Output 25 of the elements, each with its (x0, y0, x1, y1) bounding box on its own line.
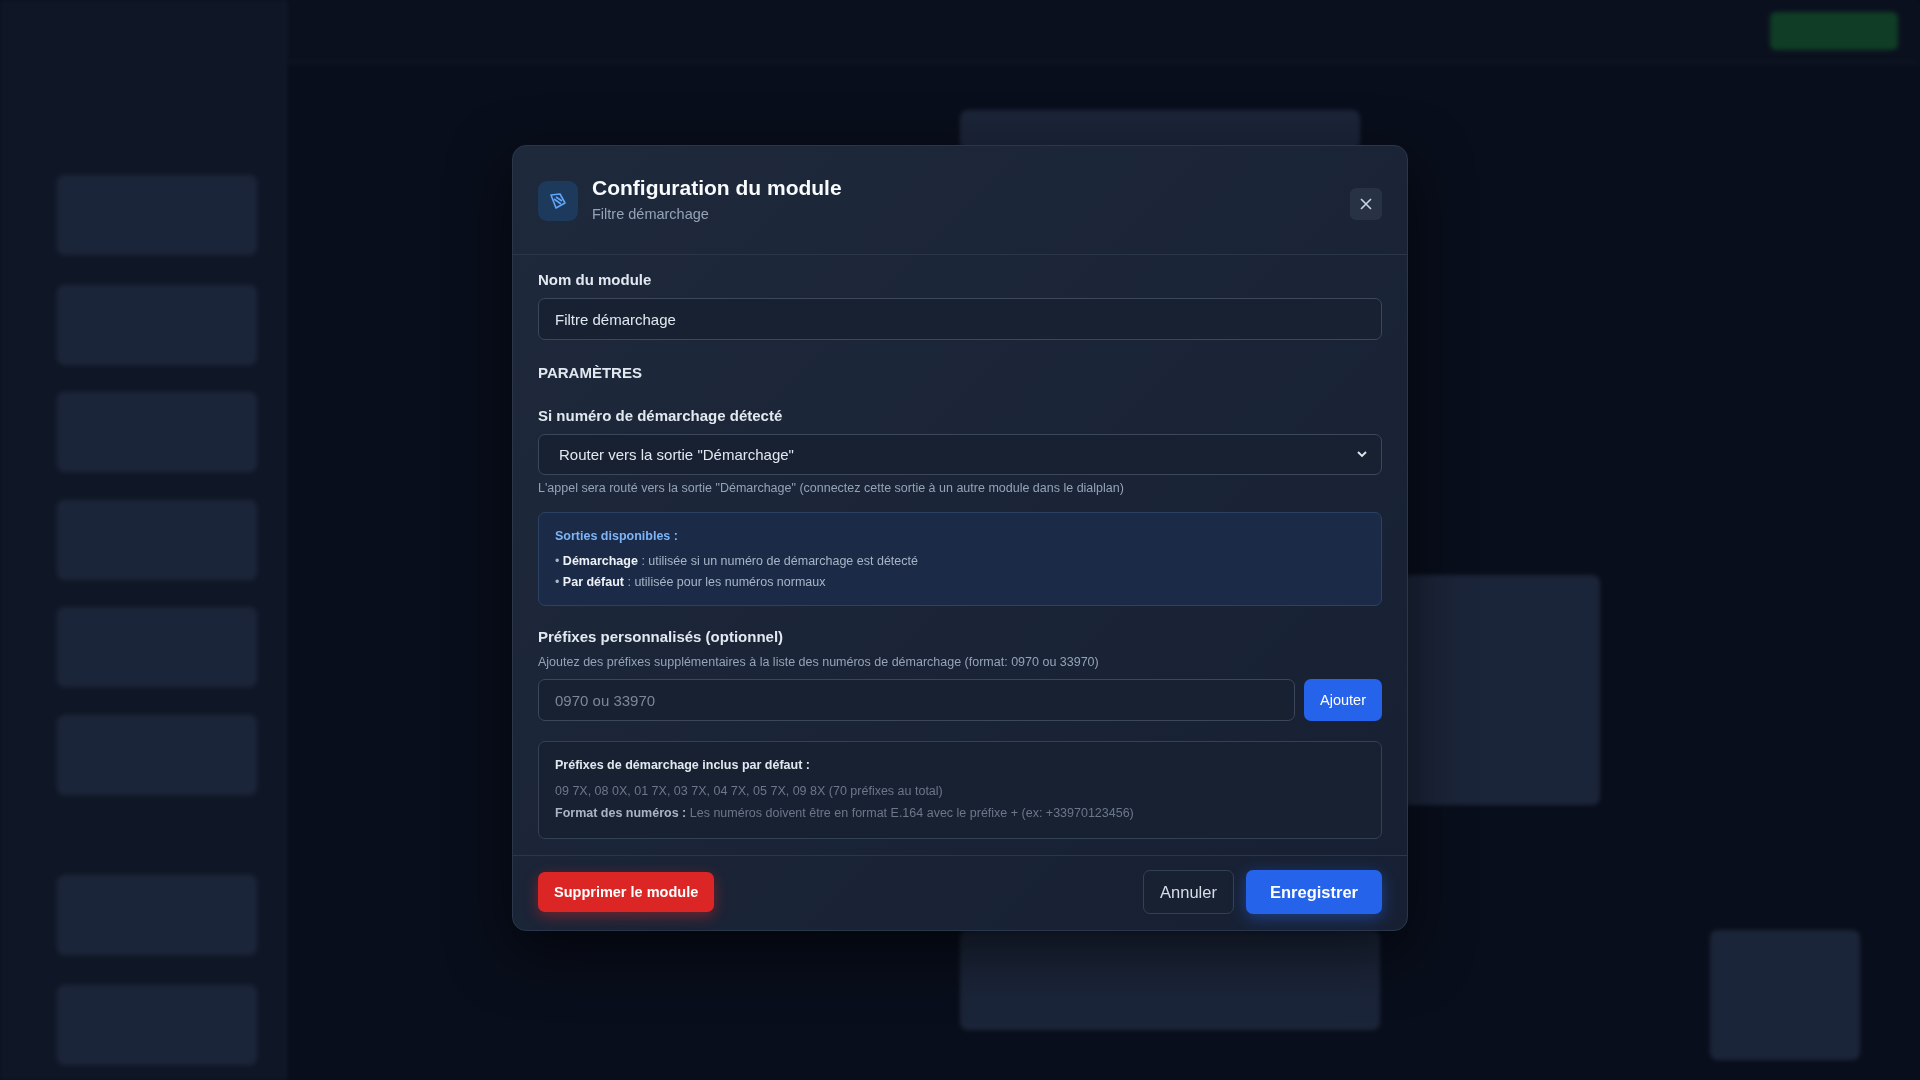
add-button[interactable]: Ajouter (1304, 679, 1382, 721)
info-line: • Démarchage : utilisée si un numéro de démarchage est détecté (555, 554, 919, 568)
info-title: Sorties disponibles : (555, 529, 679, 543)
field-label: Si numéro de démarchage détecté (538, 407, 784, 424)
section-heading: PARAMÈTRES (538, 364, 643, 381)
field-label: Préfixes personnalisés (optionnel) (538, 628, 785, 645)
field-label: Nom du module (538, 271, 653, 288)
cancel-button[interactable]: Annuler (1143, 870, 1234, 914)
dialog-subtitle: Filtre démarchage (592, 206, 710, 222)
delete-button[interactable]: Supprimer le module (538, 872, 715, 912)
help-text: Ajoutez des préfixes supplémentaires à la liste des numéros de démarchage (format: 0970 ou 33970) (538, 655, 1100, 669)
save-button[interactable]: Enregistrer (1245, 870, 1382, 914)
module-icon (538, 181, 578, 221)
chevron-down-icon[interactable] (1357, 451, 1367, 458)
close-button[interactable] (1350, 188, 1382, 220)
info-line: Format des numéros : Les numéros doivent être en format E.164 avec le préfixe + (ex: +33970123456) (555, 806, 1135, 820)
dialog-title: Configuration du module (592, 176, 843, 200)
help-text: L'appel sera routé vers la sortie "Démarchage" (connectez cette sortie à un autre module dans le dialplan) (538, 481, 1125, 495)
prefix-field[interactable]: 0970 ou 33970 (538, 679, 1296, 721)
close-icon[interactable] (1359, 197, 1373, 211)
info-line: 09 7X, 08 0X, 01 7X, 03 7X, 04 7X, 05 7X, 09 8X (70 préfixes au total) (555, 784, 944, 798)
module-name-field[interactable]: Filtre démarchage (538, 298, 1382, 340)
info-line: • Par défaut : utilisée pour les numéros normaux (555, 575, 827, 589)
info-title: Préfixes de démarchage inclus par défaut : (555, 758, 811, 772)
action-dropdown[interactable]: Router vers la sortie "Démarchage" (538, 434, 1382, 475)
